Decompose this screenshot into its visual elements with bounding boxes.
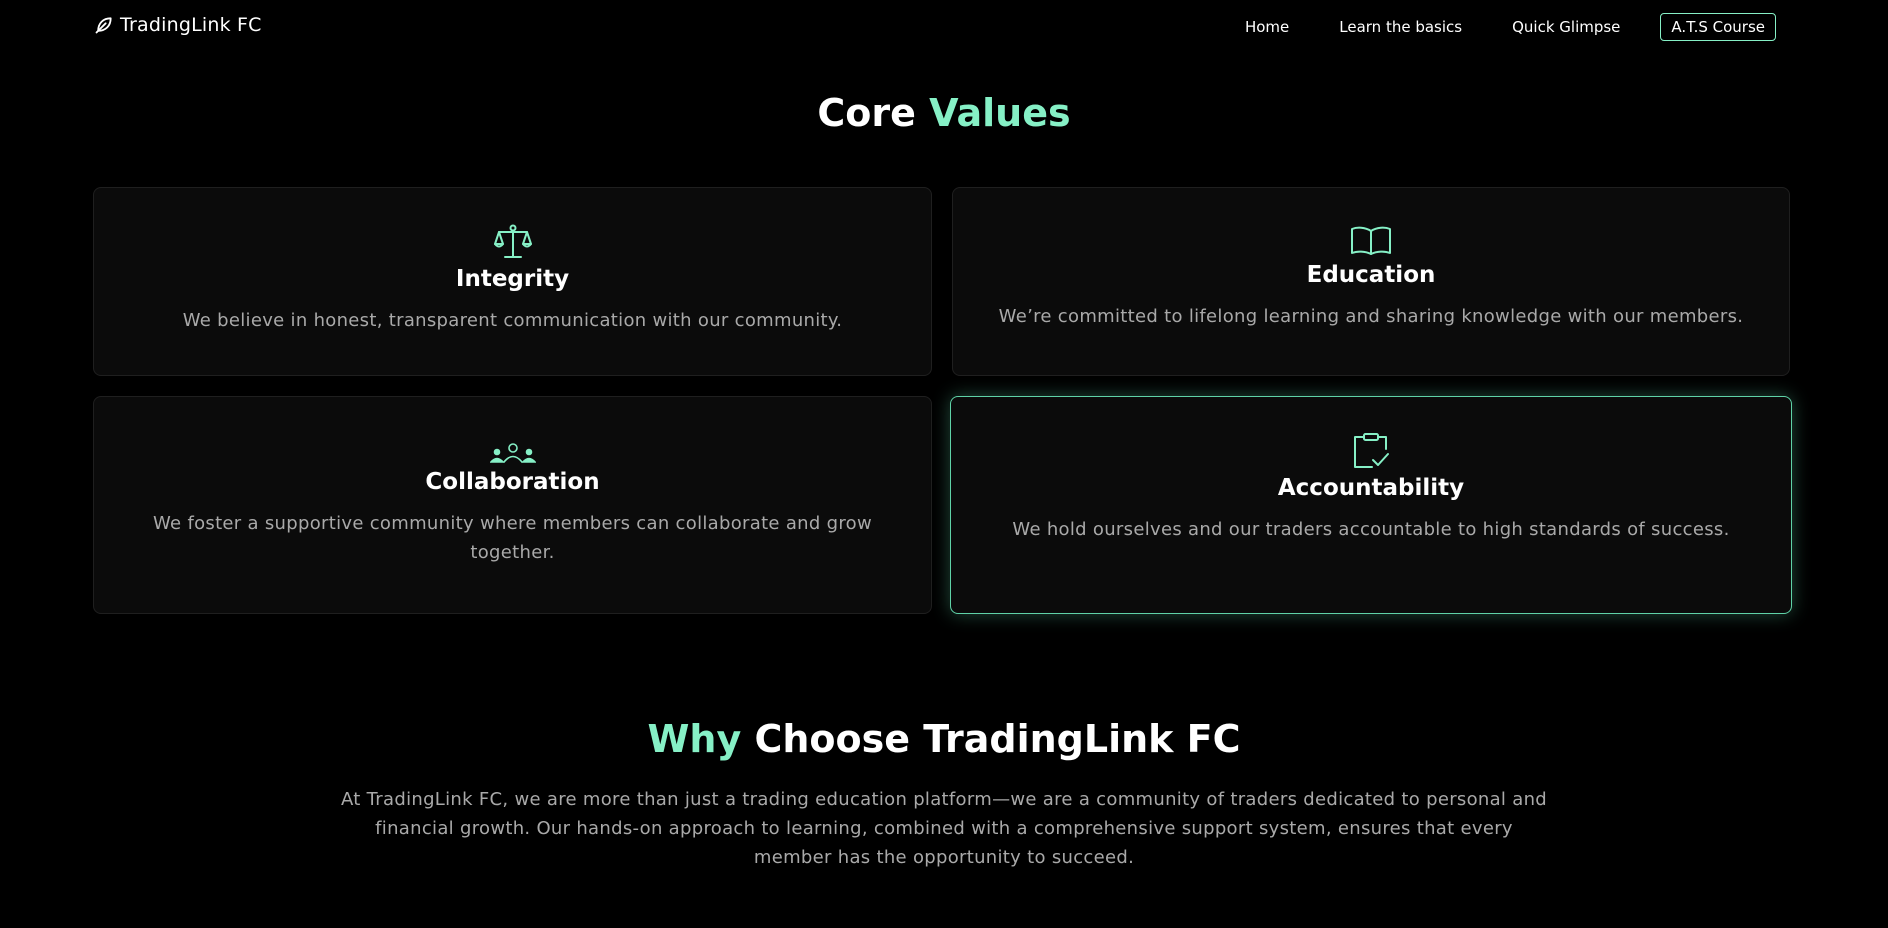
card-description: We hold ourselves and our traders accoun… bbox=[1012, 519, 1730, 540]
value-card-collaboration[interactable]: Collaboration We foster a supportive com… bbox=[93, 396, 932, 614]
card-description: We believe in honest, transparent commun… bbox=[182, 310, 843, 331]
why-choose-description: At TradingLink FC, we are more than just… bbox=[340, 789, 1548, 868]
card-title: Collaboration bbox=[425, 469, 600, 495]
people-group-icon bbox=[94, 443, 931, 463]
page: TradingLink FC Home Learn the basics Qui… bbox=[0, 0, 1888, 928]
navbar: TradingLink FC Home Learn the basics Qui… bbox=[0, 0, 1888, 54]
clipboard-check-icon bbox=[951, 433, 1791, 469]
scale-icon bbox=[94, 224, 931, 260]
card-description: We foster a supportive community where m… bbox=[153, 513, 872, 563]
nav-link-home[interactable]: Home bbox=[1245, 18, 1289, 36]
value-card-integrity[interactable]: Integrity We believe in honest, transpar… bbox=[93, 187, 932, 376]
core-values-title: Core Values bbox=[0, 91, 1888, 135]
core-values-title-part2: Values bbox=[929, 91, 1071, 135]
value-card-education[interactable]: Education We’re committed to lifelong le… bbox=[952, 187, 1790, 376]
value-card-accountability[interactable]: Accountability We hold ourselves and our… bbox=[950, 396, 1792, 614]
why-title-part1: Why bbox=[647, 717, 742, 761]
card-title: Integrity bbox=[455, 266, 570, 292]
ats-course-button[interactable]: A.T.S Course bbox=[1660, 13, 1776, 41]
open-book-icon bbox=[953, 226, 1789, 256]
why-choose-title: Why Choose TradingLink FC bbox=[0, 717, 1888, 761]
card-title: Accountability bbox=[1277, 475, 1465, 501]
nav-links: Home Learn the basics Quick Glimpse A.T.… bbox=[1195, 13, 1776, 41]
card-title: Education bbox=[1306, 262, 1436, 288]
why-title-part2: Choose TradingLink FC bbox=[754, 717, 1241, 761]
card-description: We’re committed to lifelong learning and… bbox=[998, 306, 1744, 327]
brand-name: TradingLink FC bbox=[120, 14, 262, 36]
nav-link-learn-the-basics[interactable]: Learn the basics bbox=[1339, 18, 1462, 36]
leaf-icon bbox=[94, 15, 114, 35]
core-values-title-part1: Core bbox=[817, 91, 916, 135]
brand-logo[interactable]: TradingLink FC bbox=[94, 14, 262, 36]
nav-link-quick-glimpse[interactable]: Quick Glimpse bbox=[1512, 18, 1620, 36]
